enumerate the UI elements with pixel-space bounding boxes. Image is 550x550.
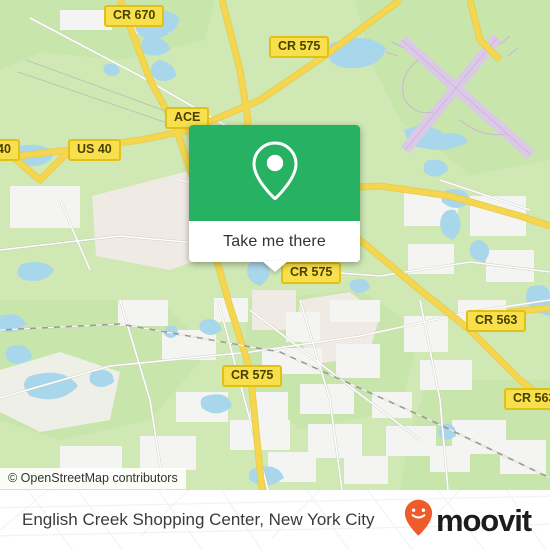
road-shield-cr-670: CR 670 (104, 5, 165, 27)
footer-bar: English Creek Shopping Center, New York … (0, 490, 550, 550)
road-shield-cr-575-center: CR 575 (281, 262, 342, 284)
take-me-there-button[interactable]: Take me there (189, 221, 360, 262)
moovit-smiley-pin-icon (404, 499, 433, 541)
road-shield-cr-575-top: CR 575 (269, 36, 330, 58)
card-pin-area (189, 125, 360, 221)
road-shield-us-40: US 40 (68, 139, 121, 161)
road-shield-cr-563-corner: CR 563 (504, 388, 550, 410)
page-title: English Creek Shopping Center, New York … (22, 510, 375, 529)
road-shield-cr-563-right: CR 563 (466, 310, 527, 332)
moovit-wordmark: moovit (435, 502, 532, 538)
road-shield-cr-575-bottom: CR 575 (222, 365, 283, 387)
moovit-map-page: CR 670 CR 575 ACE US 40 40 CR 575 CR 563 CR 575… (0, 0, 550, 550)
moovit-logo[interactable]: moovit (404, 490, 532, 550)
location-pin-icon (251, 140, 299, 207)
card-pointer-tail (262, 261, 288, 272)
map-attribution[interactable]: © OpenStreetMap contributors (0, 468, 186, 489)
road-shield-40-edge: 40 (0, 139, 20, 161)
location-popup-card[interactable]: Take me there (189, 125, 360, 262)
